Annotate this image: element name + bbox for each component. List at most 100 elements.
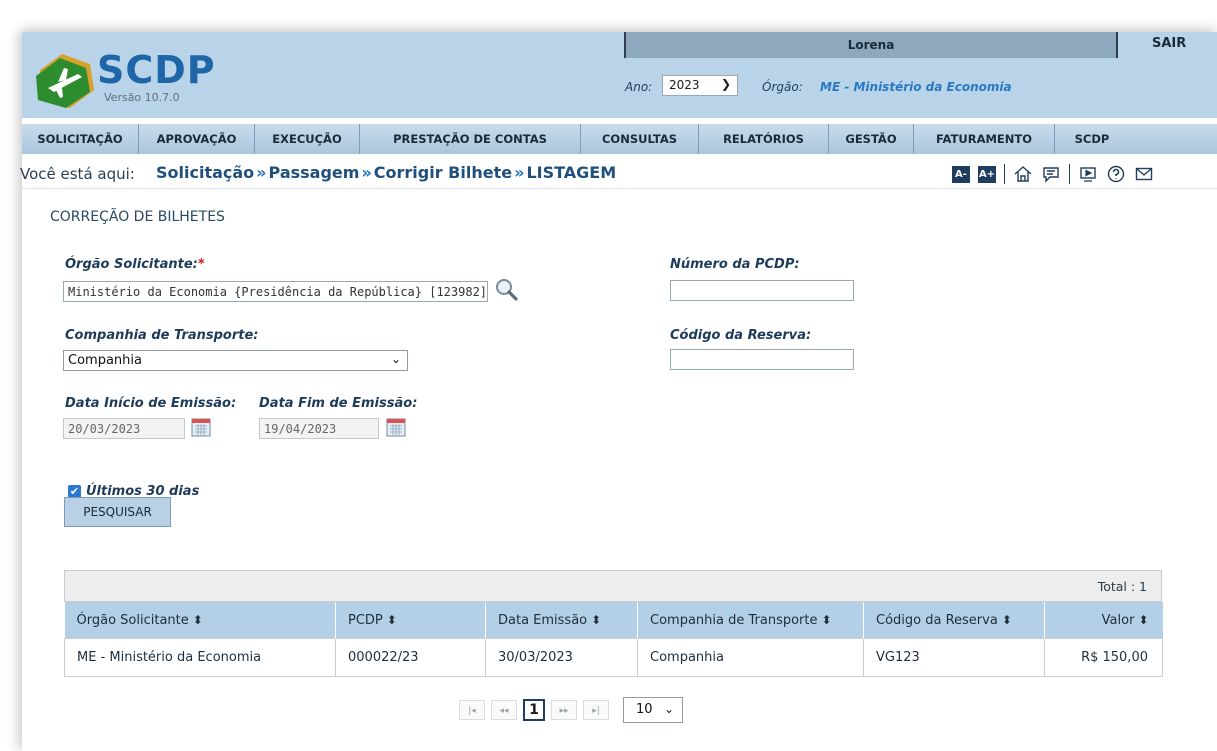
help-icon[interactable]: [1106, 164, 1126, 184]
breadcrumb: Você está aqui: Solicitação» Passagem» Cor…: [20, 158, 1217, 189]
cell-orgao: ME - Ministério da Economia: [64, 638, 336, 677]
username: Lorena: [847, 38, 895, 52]
pagination: |◂ ◂◂ 1 ▸▸ ▸| 10 ⌄: [459, 696, 683, 724]
cell-data-emissao: 30/03/2023: [485, 638, 638, 677]
column-header-label: PCDP: [348, 612, 383, 628]
sort-icon: ⬍: [591, 612, 602, 627]
nav-item-gestao[interactable]: GESTÃO: [829, 124, 914, 154]
page-size-value: 10: [636, 702, 653, 717]
app-version: Versão 10.7.0: [104, 91, 180, 104]
next-page-icon[interactable]: ▸▸: [551, 700, 577, 720]
column-header-data-emissao[interactable]: Data Emissão ⬍: [485, 602, 638, 639]
first-page-icon[interactable]: |◂: [459, 700, 485, 720]
year-label: Ano:: [625, 80, 653, 94]
org-label: Órgão:: [762, 80, 803, 94]
codigo-reserva-input[interactable]: [670, 349, 854, 370]
orgao-solicitante-label: Órgão Solicitante:*: [65, 257, 205, 272]
numero-pcdp-label: Número da PCDP:: [670, 257, 800, 272]
sort-icon: ⬍: [1138, 612, 1149, 627]
results-grid: Órgão Solicitante ⬍ PCDP ⬍ Data Emissão ⬍ C…: [64, 602, 1163, 677]
breadcrumb-item-passagem[interactable]: Passagem: [269, 163, 360, 182]
app-window: SCDP Versão 10.7.0 Lorena SAIR Ano: 2023…: [20, 32, 1217, 751]
table-header-row: Órgão Solicitante ⬍ PCDP ⬍ Data Emissão ⬍ C…: [64, 602, 1163, 639]
chevron-down-icon: ❯: [720, 77, 731, 91]
orgao-solicitante-input[interactable]: Ministério da Economia {Presidência da R…: [63, 281, 488, 302]
breadcrumb-prefix: Você está aqui:: [20, 165, 135, 183]
font-increase-button[interactable]: A+: [978, 165, 996, 183]
breadcrumb-item-solicitacao[interactable]: Solicitação: [156, 163, 254, 182]
current-page[interactable]: 1: [523, 699, 545, 721]
codigo-reserva-label: Código da Reserva:: [670, 328, 812, 343]
last-page-icon[interactable]: ▸|: [583, 700, 609, 720]
double-chevron-icon: »: [256, 163, 267, 182]
year-select-value: 2023: [669, 78, 700, 92]
user-bar: Lorena: [624, 32, 1118, 58]
calendar-icon[interactable]: [191, 417, 211, 437]
cell-companhia: Companhia: [637, 638, 864, 677]
org-value[interactable]: ME - Ministério da Economia: [820, 80, 1012, 94]
nav-item-solicitacao[interactable]: SOLICITAÇÃO: [22, 124, 139, 154]
column-header-orgao[interactable]: Órgão Solicitante ⬍: [64, 602, 336, 639]
chat-icon[interactable]: [1041, 164, 1061, 184]
data-inicio-input[interactable]: 20/03/2023: [63, 418, 185, 439]
header: SCDP Versão 10.7.0 Lorena SAIR Ano: 2023…: [22, 32, 1217, 118]
nav-item-scdp[interactable]: SCDP: [1055, 124, 1129, 154]
main-nav: SOLICITAÇÃO APROVAÇÃO EXECUÇÃO PRESTAÇÃO…: [22, 124, 1217, 154]
previous-page-icon[interactable]: ◂◂: [491, 700, 517, 720]
year-select[interactable]: 2023 ❯: [662, 75, 738, 96]
calendar-icon[interactable]: [386, 417, 406, 437]
column-header-pcdp[interactable]: PCDP ⬍: [335, 602, 486, 639]
sort-icon: ⬍: [386, 612, 397, 627]
app-logo-text: SCDP: [97, 48, 216, 92]
column-header-companhia[interactable]: Companhia de Transporte ⬍: [637, 602, 864, 639]
numero-pcdp-input[interactable]: [670, 280, 854, 301]
orgao-label-text: Órgão Solicitante:: [65, 257, 198, 272]
mail-icon[interactable]: [1134, 164, 1154, 184]
video-icon[interactable]: [1078, 164, 1098, 184]
column-header-label: Órgão Solicitante: [76, 612, 189, 628]
cell-pcdp: 000022/23: [335, 638, 486, 677]
column-header-valor[interactable]: Valor ⬍: [1044, 602, 1163, 639]
results-table: Total : 1 Órgão Solicitante ⬍ PCDP ⬍ Data …: [64, 570, 1163, 677]
nav-item-execucao[interactable]: EXECUÇÃO: [255, 124, 360, 154]
data-inicio-label: Data Início de Emissão:: [65, 396, 237, 411]
sort-icon: ⬍: [1001, 612, 1012, 627]
column-header-label: Companhia de Transporte: [650, 612, 818, 628]
search-icon[interactable]: [494, 277, 520, 301]
nav-item-relatorios[interactable]: RELATÓRIOS: [699, 124, 829, 154]
data-fim-label: Data Fim de Emissão:: [259, 396, 418, 411]
pesquisar-button[interactable]: PESQUISAR: [64, 497, 171, 527]
data-fim-input[interactable]: 19/04/2023: [259, 418, 379, 439]
airplane-logo-icon: [36, 54, 94, 108]
page-title: CORREÇÃO DE BILHETES: [50, 209, 225, 225]
companhia-select[interactable]: Companhia ⌄: [63, 350, 408, 371]
breadcrumb-path: Solicitação» Passagem» Corrigir Bilhete» LI…: [156, 163, 616, 182]
required-marker: *: [197, 257, 205, 272]
toolbar: A- A+: [952, 164, 1154, 184]
nav-item-consultas[interactable]: CONSULTAS: [581, 124, 699, 154]
logout-link[interactable]: SAIR: [1152, 36, 1186, 51]
toolbar-divider: [1069, 164, 1070, 184]
breadcrumb-item-corrigir-bilhete[interactable]: Corrigir Bilhete: [374, 163, 512, 182]
home-icon[interactable]: [1013, 164, 1033, 184]
toolbar-divider: [1004, 164, 1005, 184]
chevron-down-icon: ⌄: [390, 352, 401, 366]
companhia-label: Companhia de Transporte:: [65, 328, 259, 343]
font-decrease-button[interactable]: A-: [952, 165, 970, 183]
page-size-select[interactable]: 10 ⌄: [623, 697, 683, 723]
sort-icon: ⬍: [821, 612, 832, 627]
nav-item-aprovacao[interactable]: APROVAÇÃO: [139, 124, 255, 154]
column-header-codigo-reserva[interactable]: Código da Reserva ⬍: [863, 602, 1045, 639]
column-header-label: Código da Reserva: [876, 612, 998, 628]
nav-item-prestacao-de-contas[interactable]: PRESTAÇÃO DE CONTAS: [360, 124, 581, 154]
nav-item-faturamento[interactable]: FATURAMENTO: [914, 124, 1055, 154]
double-chevron-icon: »: [514, 163, 525, 182]
cell-valor: R$ 150,00: [1044, 638, 1163, 677]
column-header-label: Valor: [1101, 612, 1135, 628]
double-chevron-icon: »: [361, 163, 372, 182]
sort-icon: ⬍: [192, 612, 203, 627]
chevron-down-icon: ⌄: [663, 702, 674, 716]
table-row[interactable]: ME - Ministério da Economia 000022/23 30…: [64, 638, 1163, 677]
results-total: Total : 1: [64, 570, 1162, 602]
cell-codigo-reserva: VG123: [863, 638, 1045, 677]
